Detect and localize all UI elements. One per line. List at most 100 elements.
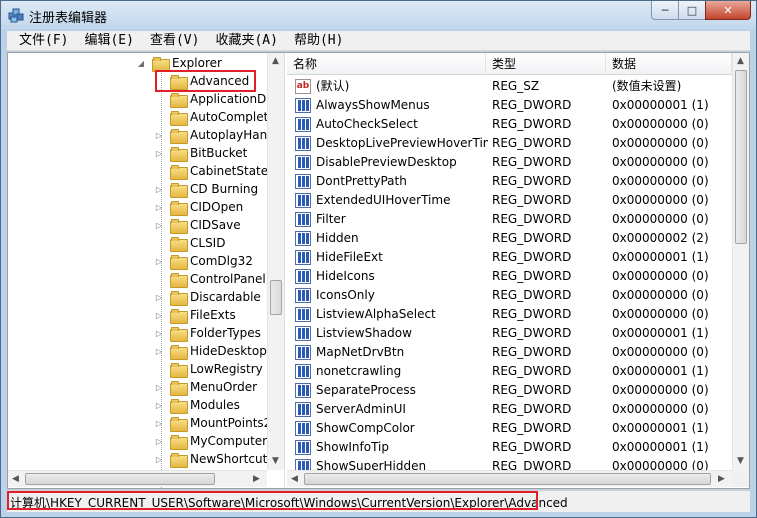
tree-node[interactable]: ▷ FileExts: [154, 306, 236, 324]
column-type-header[interactable]: 类型: [486, 53, 606, 75]
value-row[interactable]: IconsOnly REG_DWORD 0x00000000 (0): [287, 286, 732, 305]
dword-value-icon: [295, 269, 311, 284]
value-name: DesktopLivePreviewHoverTime: [316, 136, 488, 150]
list-horizontal-scrollbar[interactable]: ◀ ▶: [287, 470, 732, 487]
tree-node-explorer[interactable]: ◢ Explorer: [136, 54, 222, 72]
tree-node[interactable]: ▷ ComDlg32: [154, 252, 253, 270]
value-data: 0x00000000 (0): [612, 193, 709, 207]
menu-file[interactable]: 文件(F): [11, 31, 76, 51]
tree-label: ControlPanel: [190, 272, 266, 286]
expand-arrow-icon[interactable]: ▷: [154, 383, 164, 392]
value-row[interactable]: MapNetDrvBtn REG_DWORD 0x00000000 (0): [287, 343, 732, 362]
expand-arrow-icon[interactable]: ▷: [154, 185, 164, 194]
expand-arrow-icon[interactable]: ▷: [154, 149, 164, 158]
tree-node[interactable]: ▷ MountPoints2: [154, 414, 271, 432]
value-row[interactable]: ExtendedUIHoverTime REG_DWORD 0x00000000 (…: [287, 191, 732, 210]
tree-node[interactable]: ▷ Discardable: [154, 288, 261, 306]
expanded-arrow-icon[interactable]: ◢: [136, 59, 146, 68]
scroll-up-icon[interactable]: ▲: [272, 56, 279, 66]
value-name: ServerAdminUI: [316, 402, 406, 416]
tree-node[interactable]: LowRegistry: [154, 360, 263, 378]
tree-label: MountPoints2: [190, 416, 272, 430]
menu-favorites[interactable]: 收藏夹(A): [207, 31, 285, 51]
menu-view[interactable]: 查看(V): [142, 31, 207, 51]
dword-value-icon: [295, 383, 311, 398]
value-row[interactable]: AutoCheckSelect REG_DWORD 0x00000000 (0): [287, 115, 732, 134]
value-row[interactable]: Filter REG_DWORD 0x00000000 (0): [287, 210, 732, 229]
tree-node[interactable]: ApplicationDe: [154, 90, 274, 108]
value-row[interactable]: HideIcons REG_DWORD 0x00000000 (0): [287, 267, 732, 286]
tree-node[interactable]: ▷ FolderTypes: [154, 324, 261, 342]
tree-node[interactable]: ▷ BitBucket: [154, 144, 247, 162]
maximize-button[interactable]: □: [678, 1, 705, 20]
tree-node[interactable]: AutoComplete: [154, 108, 276, 126]
tree-label: MenuOrder: [190, 380, 258, 394]
tree-label: Modules: [190, 398, 240, 412]
scroll-right-icon[interactable]: ▶: [718, 474, 725, 484]
tree-node[interactable]: ▷ CIDOpen: [154, 198, 243, 216]
expand-arrow-icon[interactable]: ▷: [154, 131, 164, 140]
expand-arrow-icon[interactable]: ▷: [154, 347, 164, 356]
tree-vertical-scrollbar[interactable]: ▲ ▼: [267, 53, 284, 470]
value-row[interactable]: AlwaysShowMenus REG_DWORD 0x00000001 (1): [287, 96, 732, 115]
value-row[interactable]: DesktopLivePreviewHoverTime REG_DWORD 0x00…: [287, 134, 732, 153]
value-row[interactable]: SeparateProcess REG_DWORD 0x00000000 (0): [287, 381, 732, 400]
tree-node[interactable]: ▷ MyComputer: [154, 432, 267, 450]
tree-node[interactable]: ▷ CIDSave: [154, 216, 241, 234]
tree-node[interactable]: CabinetState: [154, 162, 268, 180]
tree-label: CD Burning: [190, 182, 259, 196]
list-hscroll-thumb[interactable]: [304, 473, 711, 485]
tree-node[interactable]: ▷ MenuOrder: [154, 378, 257, 396]
value-row[interactable]: HideFileExt REG_DWORD 0x00000001 (1): [287, 248, 732, 267]
value-row[interactable]: ListviewShadow REG_DWORD 0x00000001 (1): [287, 324, 732, 343]
value-row[interactable]: Hidden REG_DWORD 0x00000002 (2): [287, 229, 732, 248]
expand-arrow-icon[interactable]: ▷: [154, 221, 164, 230]
tree-node[interactable]: ▷ CD Burning: [154, 180, 258, 198]
value-row[interactable]: ServerAdminUI REG_DWORD 0x00000000 (0): [287, 400, 732, 419]
value-row[interactable]: ab (默认) REG_SZ (数值未设置): [287, 77, 732, 96]
value-row[interactable]: DontPrettyPath REG_DWORD 0x00000000 (0): [287, 172, 732, 191]
tree-node[interactable]: ▷ AutoplayHand: [154, 126, 275, 144]
value-row[interactable]: ListviewAlphaSelect REG_DWORD 0x00000000 (…: [287, 305, 732, 324]
value-row[interactable]: ShowInfoTip REG_DWORD 0x00000001 (1): [287, 438, 732, 457]
dword-value-icon: [295, 288, 311, 303]
tree-node[interactable]: ▷ HideDesktopIc: [154, 342, 277, 360]
expand-arrow-icon[interactable]: ▷: [154, 437, 164, 446]
scroll-down-icon[interactable]: ▼: [272, 456, 279, 466]
tree-scroll-thumb[interactable]: [270, 280, 282, 315]
expand-arrow-icon[interactable]: ▷: [154, 455, 164, 464]
scroll-right-icon[interactable]: ▶: [253, 474, 260, 484]
close-button[interactable]: ✕: [705, 1, 751, 20]
menu-help[interactable]: 帮助(H): [286, 31, 351, 51]
value-data: 0x00000000 (0): [612, 345, 709, 359]
scroll-up-icon[interactable]: ▲: [737, 56, 744, 66]
tree-node[interactable]: Advanced: [154, 72, 249, 90]
tree-hscroll-thumb[interactable]: [25, 473, 215, 485]
list-scroll-thumb[interactable]: [735, 70, 747, 244]
title-bar[interactable]: 注册表编辑器 ─ □ ✕: [1, 1, 756, 29]
value-row[interactable]: ShowCompColor REG_DWORD 0x00000001 (1): [287, 419, 732, 438]
expand-arrow-icon[interactable]: ▷: [154, 401, 164, 410]
tree-node[interactable]: ControlPanel: [154, 270, 266, 288]
expand-arrow-icon[interactable]: ▷: [154, 329, 164, 338]
tree-node[interactable]: ▷ NewShortcutH: [154, 450, 276, 468]
expand-arrow-icon[interactable]: ▷: [154, 203, 164, 212]
list-vertical-scrollbar[interactable]: ▲ ▼: [732, 53, 749, 470]
column-data-header[interactable]: 数据: [606, 53, 732, 75]
expand-arrow-icon[interactable]: ▷: [154, 257, 164, 266]
tree-node[interactable]: CLSID: [154, 234, 225, 252]
scroll-left-icon[interactable]: ◀: [12, 474, 19, 484]
column-name-header[interactable]: 名称: [287, 53, 486, 75]
tree-node[interactable]: ▷ Modules: [154, 396, 240, 414]
expand-arrow-icon[interactable]: ▷: [154, 419, 164, 428]
minimize-button[interactable]: ─: [651, 1, 678, 20]
value-type: REG_DWORD: [492, 383, 572, 397]
value-row[interactable]: nonetcrawling REG_DWORD 0x00000001 (1): [287, 362, 732, 381]
tree-horizontal-scrollbar[interactable]: ◀ ▶: [8, 470, 267, 487]
expand-arrow-icon[interactable]: ▷: [154, 311, 164, 320]
scroll-down-icon[interactable]: ▼: [737, 456, 744, 466]
value-row[interactable]: DisablePreviewDesktop REG_DWORD 0x00000000…: [287, 153, 732, 172]
scroll-left-icon[interactable]: ◀: [291, 474, 298, 484]
expand-arrow-icon[interactable]: ▷: [154, 293, 164, 302]
menu-edit[interactable]: 编辑(E): [76, 31, 141, 51]
